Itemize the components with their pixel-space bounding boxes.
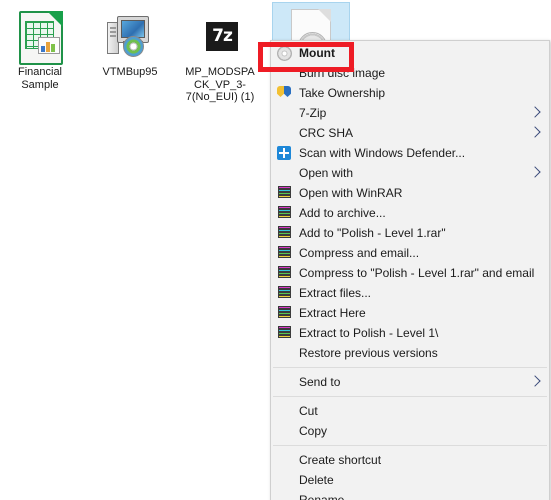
context-menu-item-label: Cut <box>299 404 318 418</box>
desktop-icon-label: MP_MODSPACK_VP_3-7(No_EUI) (1) <box>185 66 255 103</box>
context-menu-item-label: Add to archive... <box>299 206 386 220</box>
winrar-icon <box>277 206 292 221</box>
context-menu-item[interactable]: Take Ownership <box>271 83 549 103</box>
winrar-icon <box>277 226 292 241</box>
context-menu-item-label: Copy <box>299 424 328 438</box>
context-menu-item-label: Compress and email... <box>299 246 420 260</box>
uac-shield-icon <box>277 86 292 101</box>
winrar-icon <box>277 246 292 261</box>
context-menu-item[interactable]: Send to <box>271 372 549 392</box>
sevenzip-icon-text: 7z <box>206 22 238 51</box>
context-menu-item-label: 7-Zip <box>299 106 327 120</box>
context-menu-item[interactable]: Restore previous versions <box>271 343 549 363</box>
menu-separator <box>273 396 547 397</box>
context-menu-item[interactable]: CRC SHA <box>271 123 549 143</box>
context-menu-item[interactable]: Extract Here <box>271 303 549 323</box>
context-menu[interactable]: Mount Burn disc image Take Ownership 7-Zip C… <box>270 40 550 500</box>
context-menu-item-label: Extract Here <box>299 306 366 320</box>
context-menu-item-label: Compress to "Polish - Level 1.rar" and e… <box>299 266 535 280</box>
context-menu-item[interactable]: 7-Zip <box>271 103 549 123</box>
context-menu-item-label: CRC SHA <box>299 126 354 140</box>
menu-separator <box>273 367 547 368</box>
context-menu-item[interactable]: Copy <box>271 421 549 441</box>
winrar-icon <box>277 286 292 301</box>
context-menu-item[interactable]: Open with WinRAR <box>271 183 549 203</box>
context-menu-item[interactable]: Mount <box>271 43 549 63</box>
context-menu-item-label: Create shortcut <box>299 453 382 467</box>
context-menu-item[interactable]: Add to "Polish - Level 1.rar" <box>271 223 549 243</box>
context-menu-item-label: Scan with Windows Defender... <box>299 146 466 160</box>
context-menu-item[interactable]: Extract files... <box>271 283 549 303</box>
chevron-right-icon <box>529 106 541 118</box>
context-menu-item-label: Rename <box>299 493 345 500</box>
chevron-right-icon <box>529 166 541 178</box>
context-menu-item-label: Send to <box>299 375 341 389</box>
context-menu-item-label: Mount <box>299 46 335 60</box>
context-menu-item-label: Take Ownership <box>299 86 386 100</box>
desktop-icon-label: VTMBup95 <box>102 66 158 78</box>
desktop-icon-financial-sample[interactable]: Financial Sample <box>2 2 78 91</box>
context-menu-item[interactable]: Create shortcut <box>271 450 549 470</box>
context-menu-item[interactable]: Compress and email... <box>271 243 549 263</box>
context-menu-item-label: Burn disc image <box>299 66 386 80</box>
context-menu-item-label: Extract to Polish - Level 1\ <box>299 326 439 340</box>
setup-computer-icon <box>95 8 165 64</box>
chevron-right-icon <box>529 126 541 138</box>
context-menu-item-label: Extract files... <box>299 286 372 300</box>
winrar-icon <box>277 266 292 281</box>
defender-shield-icon <box>277 146 292 161</box>
excel-spreadsheet-icon <box>5 8 75 65</box>
desktop-icon-label: Financial Sample <box>17 66 63 91</box>
disc-icon <box>277 46 292 61</box>
context-menu-item[interactable]: Open with <box>271 163 549 183</box>
context-menu-item-label: Restore previous versions <box>299 346 438 360</box>
context-menu-item[interactable]: Add to archive... <box>271 203 549 223</box>
context-menu-item-label: Add to "Polish - Level 1.rar" <box>299 226 446 240</box>
desktop-icon-vtmbup95[interactable]: VTMBup95 <box>92 2 168 79</box>
chevron-right-icon <box>529 375 541 387</box>
context-menu-item[interactable]: Rename <box>271 490 549 500</box>
desktop-icon-mp-modspack[interactable]: 7z MP_MODSPACK_VP_3-7(No_EUI) (1) <box>182 2 258 104</box>
context-menu-item[interactable]: Scan with Windows Defender... <box>271 143 549 163</box>
context-menu-item-label: Open with <box>299 166 354 180</box>
context-menu-item[interactable]: Delete <box>271 470 549 490</box>
context-menu-item[interactable]: Compress to "Polish - Level 1.rar" and e… <box>271 263 549 283</box>
sevenzip-archive-icon: 7z <box>185 8 255 64</box>
context-menu-item-label: Delete <box>299 473 334 487</box>
desktop-root: Financial Sample VTMBup95 7z MP_MODSPACK… <box>0 0 551 500</box>
winrar-icon <box>277 326 292 341</box>
winrar-icon <box>277 186 292 201</box>
context-menu-item-label: Open with WinRAR <box>299 186 403 200</box>
menu-separator <box>273 445 547 446</box>
context-menu-item[interactable]: Cut <box>271 401 549 421</box>
context-menu-item[interactable]: Burn disc image <box>271 63 549 83</box>
context-menu-item[interactable]: Extract to Polish - Level 1\ <box>271 323 549 343</box>
winrar-icon <box>277 306 292 321</box>
